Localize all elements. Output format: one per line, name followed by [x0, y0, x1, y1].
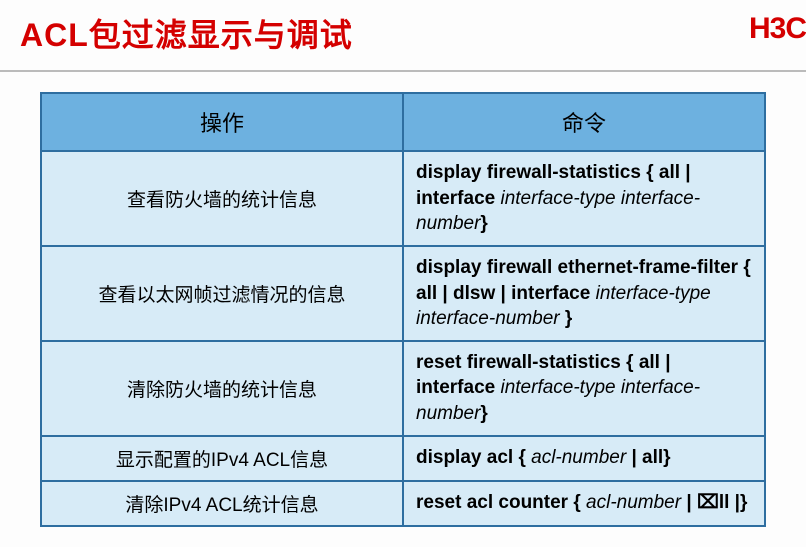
command-table: 操作 命令 查看防火墙的统计信息display firewall-statist…	[40, 92, 766, 527]
header-command: 命令	[403, 93, 765, 151]
command-cell: display acl { acl-number | all}	[403, 436, 765, 481]
operation-cell: 显示配置的IPv4 ACL信息	[41, 436, 403, 481]
cmd-fragment: | ⌧ll |}	[681, 492, 747, 513]
command-cell: display firewall-statistics { all | inte…	[403, 151, 765, 246]
table-body: 查看防火墙的统计信息display firewall-statistics { …	[41, 151, 765, 526]
cmd-fragment: acl-number	[531, 447, 626, 468]
table-row: 显示配置的IPv4 ACL信息display acl { acl-number …	[41, 436, 765, 481]
page-title: ACL包过滤显示与调试	[20, 17, 353, 53]
table-row: 查看以太网帧过滤情况的信息display firewall ethernet-f…	[41, 246, 765, 341]
header-operation: 操作	[41, 93, 403, 151]
table-header-row: 操作 命令	[41, 93, 765, 151]
table-row: 清除IPv4 ACL统计信息reset acl counter { acl-nu…	[41, 481, 765, 526]
cmd-fragment: |	[626, 447, 642, 468]
command-cell: display firewall ethernet-frame-filter {…	[403, 246, 765, 341]
cmd-fragment: acl-number	[586, 492, 681, 513]
brand-logo: H3C	[749, 12, 806, 46]
cmd-fragment: }	[480, 403, 487, 424]
operation-cell: 清除IPv4 ACL统计信息	[41, 481, 403, 526]
cmd-fragment: }	[560, 308, 573, 329]
operation-cell: 清除防火墙的统计信息	[41, 341, 403, 436]
cmd-fragment: reset acl counter {	[416, 492, 586, 513]
cmd-fragment: }	[480, 213, 487, 234]
cmd-fragment: all	[642, 447, 663, 468]
cmd-fragment: display acl {	[416, 447, 531, 468]
table-container: 操作 命令 查看防火墙的统计信息display firewall-statist…	[0, 72, 806, 527]
command-cell: reset firewall-statistics { all | interf…	[403, 341, 765, 436]
operation-cell: 查看以太网帧过滤情况的信息	[41, 246, 403, 341]
operation-cell: 查看防火墙的统计信息	[41, 151, 403, 246]
table-row: 查看防火墙的统计信息display firewall-statistics { …	[41, 151, 765, 246]
table-row: 清除防火墙的统计信息reset firewall-statistics { al…	[41, 341, 765, 436]
title-bar: ACL包过滤显示与调试 H3C	[0, 0, 806, 72]
command-cell: reset acl counter { acl-number | ⌧ll |}	[403, 481, 765, 526]
cmd-fragment: }	[663, 447, 670, 468]
slide: ACL包过滤显示与调试 H3C 操作 命令 查看防火墙的统计信息display …	[0, 0, 806, 547]
